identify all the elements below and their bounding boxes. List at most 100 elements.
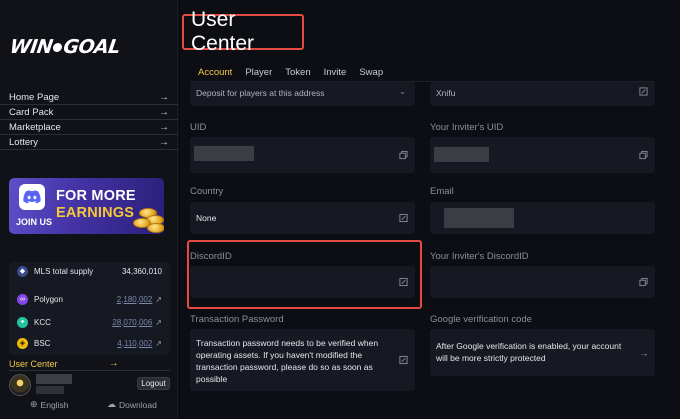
discord-banner[interactable]: JOIN US FOR MORE EARNINGS xyxy=(9,178,164,234)
tab-token[interactable]: Token xyxy=(285,67,310,81)
logo[interactable]: WIN GOAL xyxy=(8,36,121,58)
username-redacted xyxy=(36,374,72,384)
arrow-right-icon: → xyxy=(159,106,169,118)
tab-invite[interactable]: Invite xyxy=(324,67,347,81)
sidebar-item-marketplace[interactable]: Marketplace → xyxy=(0,120,178,135)
supply-value: 34,360,010 xyxy=(121,266,162,276)
google-description: After Google verification is enabled, yo… xyxy=(436,341,622,363)
tab-account[interactable]: Account xyxy=(198,67,233,87)
copy-icon[interactable] xyxy=(639,150,648,160)
page-title: User Center xyxy=(182,8,304,55)
chain-row-polygon: ∞ Polygon 2,180,002 ↗ xyxy=(9,290,170,308)
supply-label: MLS total supply xyxy=(34,266,94,276)
edit-icon[interactable] xyxy=(399,355,408,365)
sidebar-footer: ⊕ English ☁ Download xyxy=(0,399,178,411)
discord-icon xyxy=(19,184,45,210)
edit-icon[interactable] xyxy=(639,87,648,96)
arrow-right-icon: → xyxy=(159,121,169,133)
country-label: Country xyxy=(190,186,224,197)
sidebar-nav: Home Page → Card Pack → Marketplace → Lo… xyxy=(0,90,178,150)
uid-label: UID xyxy=(190,122,207,133)
language-selector[interactable]: ⊕ English xyxy=(30,399,68,410)
logout-button[interactable]: Logout xyxy=(137,377,170,390)
divider xyxy=(9,370,170,371)
uid-redacted xyxy=(194,146,254,161)
nickname-field[interactable]: Xnifu xyxy=(430,82,655,106)
arrow-right-icon[interactable]: → xyxy=(639,348,649,359)
user-profile: Logout xyxy=(9,374,170,396)
email-field xyxy=(430,202,655,234)
sidebar-item-label: Card Pack xyxy=(9,106,54,118)
sidebar-item-label: Home Page xyxy=(9,91,60,103)
chain-value-link[interactable]: 4,110,002 xyxy=(117,339,152,348)
uid-field xyxy=(190,137,415,173)
sidebar-item-home[interactable]: Home Page → xyxy=(0,90,178,105)
inviter-uid-field xyxy=(430,137,655,173)
tab-swap[interactable]: Swap xyxy=(359,67,383,81)
avatar[interactable] xyxy=(9,374,31,396)
coin-icon xyxy=(147,223,164,233)
inviter-discord-label: Your Inviter's DiscordID xyxy=(430,251,529,262)
download-link[interactable]: ☁ Download xyxy=(107,399,157,410)
bsc-icon: ◈ xyxy=(17,337,28,349)
inviter-uid-redacted xyxy=(434,147,489,162)
tx-password-label: Transaction Password xyxy=(190,314,284,325)
discord-field[interactable] xyxy=(190,266,415,298)
sidebar-item-lottery[interactable]: Lottery → xyxy=(0,135,178,150)
banner-line2: EARNINGS xyxy=(56,205,135,221)
download-label: Download xyxy=(119,399,157,410)
chain-row-kcc: ✦ KCC 28,070,006 ↗ xyxy=(9,313,170,331)
edit-icon[interactable] xyxy=(399,213,408,223)
supply-row: ◆ MLS total supply 34,360,010 xyxy=(9,262,170,280)
deposit-address-value: Deposit for players at this address xyxy=(196,88,325,98)
sidebar-item-card-pack[interactable]: Card Pack → xyxy=(0,105,178,120)
sidebar-item-user-center[interactable]: User Center → xyxy=(9,357,170,370)
user-id-redacted xyxy=(36,386,64,394)
polygon-icon: ∞ xyxy=(17,293,28,305)
google-label: Google verification code xyxy=(430,314,532,325)
chain-value-link[interactable]: 2,180,002 xyxy=(117,295,153,304)
kcc-icon: ✦ xyxy=(17,316,28,328)
globe-icon: ⊕ xyxy=(30,399,38,409)
arrow-right-icon: → xyxy=(159,136,169,148)
email-redacted xyxy=(444,208,514,228)
sidebar-item-label: Lottery xyxy=(9,136,39,148)
email-label: Email xyxy=(430,186,454,197)
language-label: English xyxy=(40,399,69,410)
inviter-discord-field xyxy=(430,266,655,298)
arrow-right-icon: → xyxy=(108,358,119,369)
tx-password-field[interactable]: Transaction password needs to be verifie… xyxy=(190,329,415,391)
external-link-icon[interactable]: ↗ xyxy=(155,295,162,304)
external-link-icon[interactable]: ↗ xyxy=(155,318,162,327)
sidebar-item-label: Marketplace xyxy=(9,121,61,133)
mls-icon: ◆ xyxy=(17,265,28,277)
tx-password-description: Transaction password needs to be verifie… xyxy=(196,338,379,384)
chain-name: KCC xyxy=(34,317,51,327)
chain-name: Polygon xyxy=(34,294,63,304)
google-verification-field[interactable]: After Google verification is enabled, yo… xyxy=(430,329,655,376)
banner-join: JOIN US xyxy=(16,217,53,227)
sidebar: WIN GOAL Home Page → Card Pack → Marketpl… xyxy=(0,0,178,419)
deposit-address-field[interactable]: Deposit for players at this address ⌄ xyxy=(190,82,415,106)
chain-value-link[interactable]: 28,070,006 xyxy=(112,318,152,327)
external-link-icon[interactable]: ↗ xyxy=(155,339,162,348)
copy-icon[interactable] xyxy=(399,150,408,160)
chevron-down-icon: ⌄ xyxy=(399,86,407,96)
country-field[interactable]: None xyxy=(190,202,415,234)
tab-bar: Account Player Token Invite Swap xyxy=(198,67,396,87)
cloud-icon: ☁ xyxy=(107,399,116,409)
discord-label: DiscordID xyxy=(190,251,232,262)
tab-player[interactable]: Player xyxy=(245,67,272,81)
copy-icon[interactable] xyxy=(639,277,648,287)
inviter-uid-label: Your Inviter's UID xyxy=(430,122,504,133)
sidebar-item-label: User Center xyxy=(9,358,58,369)
token-supply-panel: ◆ MLS total supply 34,360,010 ∞ Polygon … xyxy=(9,262,170,355)
banner-line1: FOR MORE xyxy=(56,188,136,204)
nickname-value: Xnifu xyxy=(436,88,456,98)
chain-name: BSC xyxy=(34,338,51,348)
arrow-right-icon: → xyxy=(159,91,169,103)
country-value: None xyxy=(196,213,217,223)
edit-icon[interactable] xyxy=(399,277,408,287)
ball-icon xyxy=(50,41,66,54)
chain-row-bsc: ◈ BSC 4,110,002 ↗ xyxy=(9,334,170,352)
